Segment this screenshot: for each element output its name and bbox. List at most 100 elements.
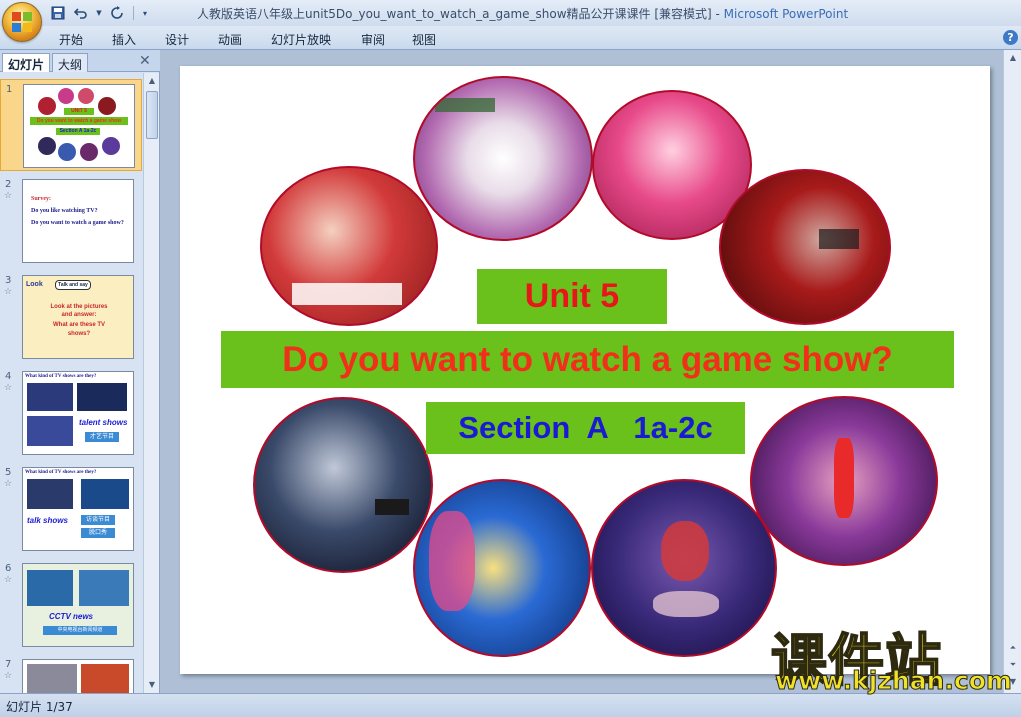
window-title: 人教版英语八年级上unit5Do_you_want_to_watch_a_gam… — [197, 5, 848, 22]
animation-star-icon: ☆ — [4, 479, 13, 489]
photo-kuaile-dabenying — [260, 166, 438, 326]
slide-preview: What kind of TV shows are they? talk sho… — [22, 467, 134, 551]
photo-quiz-show — [253, 397, 433, 573]
quick-access-toolbar: ▼ ▾ — [48, 3, 150, 23]
slides-pane: 幻灯片 大纲 ✕ 1 UNIT 5 Do you want to watch a… — [0, 50, 160, 693]
animation-star-icon: ☆ — [4, 575, 13, 585]
tab-view[interactable]: 视图 — [412, 31, 436, 48]
slide-editor: Unit 5 Do you want to watch a game show?… — [161, 50, 1003, 693]
mini-cn: 脱口秀 — [81, 528, 115, 538]
slide-thumbnail[interactable]: 1 UNIT 5 Do you want to watch a game sho… — [0, 79, 142, 171]
tab-animations[interactable]: 动画 — [218, 31, 242, 48]
slide-thumbnail[interactable]: 3 ☆ Look Talk and say Look at the pictur… — [0, 271, 142, 363]
customize-icon[interactable]: ▾ — [140, 4, 150, 22]
toolbar-separator — [133, 6, 134, 20]
mini-text: Do you want to watch a game show? — [31, 220, 124, 226]
save-icon[interactable] — [48, 4, 68, 22]
slide-number: 2 — [5, 179, 12, 190]
animation-star-icon: ☆ — [4, 671, 13, 681]
title-bar: ▼ ▾ 人教版英语八年级上unit5Do_you_want_to_watch_a… — [0, 0, 1021, 42]
unit-title-box[interactable]: Unit 5 — [477, 269, 667, 324]
mini-heading: What kind of TV shows are they? — [25, 374, 97, 379]
tab-design[interactable]: 设计 — [165, 31, 189, 48]
mini-cn: 中央电视台新闻频道 — [43, 626, 117, 635]
mini-cn: 访谈节目 — [81, 515, 115, 525]
animation-star-icon: ☆ — [4, 191, 13, 201]
tab-insert[interactable]: 插入 — [112, 31, 136, 48]
scroll-up-icon[interactable]: ▲ — [1004, 50, 1021, 66]
photo-voice-of-china — [719, 169, 891, 325]
app-name: Microsoft PowerPoint — [723, 7, 849, 21]
watermark-url: www.kjzhan.com — [775, 666, 1013, 696]
unit-title: Unit 5 — [524, 277, 620, 315]
mini-cn: 才艺节目 — [85, 432, 119, 442]
current-slide[interactable]: Unit 5 Do you want to watch a game show?… — [180, 66, 990, 674]
tab-home[interactable]: 开始 — [59, 31, 83, 48]
scroll-down-icon[interactable]: ▼ — [144, 677, 160, 693]
tab-slides[interactable]: 幻灯片 — [2, 53, 51, 72]
mini-tag: Look — [26, 281, 43, 288]
slide-thumbnails: 1 UNIT 5 Do you want to watch a game sho… — [0, 73, 142, 693]
mini-label: talk shows — [27, 516, 68, 525]
undo-icon[interactable] — [71, 4, 91, 22]
office-logo-icon — [12, 12, 34, 34]
mini-unit-label: UNIT 5 — [64, 108, 94, 115]
slide-number: 1 — [6, 84, 13, 95]
animation-star-icon: ☆ — [4, 287, 13, 297]
pane-scrollbar[interactable]: ▲ ▼ — [143, 73, 159, 693]
slide-preview: CCTV news 中央电视台新闻频道 — [22, 563, 134, 647]
slide-number: 7 — [5, 659, 12, 670]
photo-kuaile-dajiaoben — [413, 76, 593, 241]
slide-scrollbar[interactable]: ▲ ⏶ ⏷ ▼ — [1003, 50, 1021, 693]
pane-tabs: 幻灯片 大纲 ✕ — [0, 50, 160, 72]
slide-thumbnail[interactable]: 7 ☆ — [0, 655, 142, 693]
slide-number: 6 — [5, 563, 12, 574]
slide-number: 5 — [5, 467, 12, 478]
office-button[interactable] — [2, 2, 42, 42]
mini-heading: What kind of TV shows are they? — [25, 470, 97, 475]
photo-lucky-52 — [413, 479, 591, 657]
tab-review[interactable]: 审阅 — [361, 31, 385, 48]
slide-preview: Look Talk and say Look at the pictures a… — [22, 275, 134, 359]
powerpoint-window: ▼ ▾ 人教版英语八年级上unit5Do_you_want_to_watch_a… — [0, 0, 1021, 717]
section-title: Section A 1a-2c — [458, 410, 713, 445]
slide-preview: Survey: Do you like watching TV? Do you … — [22, 179, 134, 263]
slide-thumbnail[interactable]: 5 ☆ What kind of TV shows are they? talk… — [0, 463, 142, 555]
scroll-thumb[interactable] — [146, 91, 158, 139]
prev-slide-icon[interactable]: ⏶ — [1004, 640, 1021, 656]
slide-thumbnail[interactable]: 2 ☆ Survey: Do you like watching TV? Do … — [0, 175, 142, 267]
mini-tag: Talk and say — [55, 280, 91, 290]
mini-question-label: Do you want to watch a game show — [30, 117, 128, 125]
slide-preview: UNIT 5 Do you want to watch a game show … — [23, 84, 135, 168]
mini-text: Look at the pictures — [50, 304, 108, 310]
mini-text: Survey: — [31, 196, 51, 202]
ribbon-tabs: 开始 插入 设计 动画 幻灯片放映 审阅 视图 ? — [0, 26, 1021, 50]
tab-slideshow[interactable]: 幻灯片放映 — [271, 31, 331, 48]
photo-dating-show — [750, 396, 938, 566]
mini-text: What are these TV — [52, 322, 105, 328]
mini-label: CCTV news — [49, 612, 94, 621]
help-icon[interactable]: ? — [1003, 30, 1018, 45]
slide-thumbnail[interactable]: 4 ☆ What kind of TV shows are they? tale… — [0, 367, 142, 459]
scroll-up-icon[interactable]: ▲ — [144, 73, 160, 89]
slide-number: 3 — [5, 275, 12, 286]
tab-outline[interactable]: 大纲 — [52, 53, 89, 72]
mini-label: talent shows — [79, 418, 128, 427]
slide-number: 4 — [5, 371, 12, 382]
slide-preview: What kind of TV shows are they? talent s… — [22, 371, 134, 455]
section-box[interactable]: Section A 1a-2c — [426, 402, 745, 454]
mini-text: Do you like watching TV? — [31, 208, 98, 214]
slide-preview — [22, 659, 134, 693]
mini-section-label: Section A 1a-2c — [56, 128, 100, 135]
redo-icon[interactable] — [107, 4, 127, 22]
undo-dropdown-icon[interactable]: ▼ — [94, 4, 104, 22]
slide-counter: 幻灯片 1/37 — [6, 700, 73, 714]
photo-whos-still-standing — [591, 479, 777, 657]
lesson-title-box[interactable]: Do you want to watch a game show? — [221, 331, 954, 388]
mini-text: and answer: — [61, 312, 97, 318]
lesson-title: Do you want to watch a game show? — [282, 340, 893, 379]
animation-star-icon: ☆ — [4, 383, 13, 393]
mini-text: shows? — [67, 331, 91, 337]
slide-thumbnail[interactable]: 6 ☆ CCTV news 中央电视台新闻频道 — [0, 559, 142, 651]
close-icon[interactable]: ✕ — [139, 53, 151, 69]
